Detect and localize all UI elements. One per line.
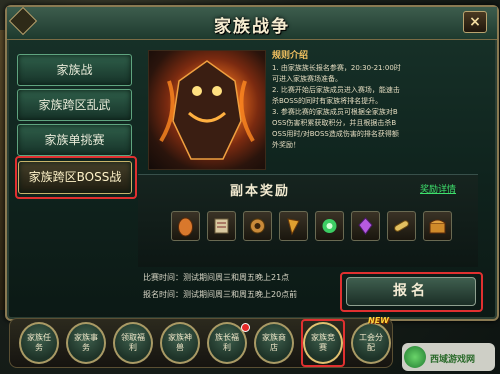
claim-welfare-button[interactable]: 领取福利 <box>113 322 153 364</box>
nav-cross-server-melee[interactable]: 家族跨区乱武 <box>17 89 132 121</box>
golden-scroll-icon <box>394 220 409 232</box>
reward-slot-scroll[interactable] <box>207 211 236 241</box>
family-tasks-button[interactable]: 家族任务 <box>19 322 59 364</box>
family-affairs-button[interactable]: 家族事务 <box>66 322 106 364</box>
signup-time: 报名时间：测试期间周三和周五晚上20点前 <box>143 290 298 299</box>
reward-slot-crystal[interactable] <box>351 211 380 241</box>
rules-title: 规则介绍 <box>272 51 309 61</box>
family-shop-button[interactable]: 家族商店 <box>254 322 294 364</box>
button-label: 族长福利 <box>215 333 239 352</box>
reward-slot-gear[interactable] <box>243 211 272 241</box>
nav-duel[interactable]: 家族单挑赛 <box>17 124 132 156</box>
reward-slot-golden-scroll[interactable] <box>387 211 416 241</box>
boss-image <box>148 50 266 170</box>
treasure-chest-icon <box>429 219 446 234</box>
watermark-text: 西域游戏网 <box>430 355 476 365</box>
reward-title: 副本奖励 <box>229 184 290 199</box>
new-badge: NEW <box>368 316 389 325</box>
highlight-frame <box>301 319 345 367</box>
green-orb-icon <box>322 219 337 233</box>
gear-bundle-icon <box>250 218 265 234</box>
reward-slot-orb[interactable] <box>315 211 344 241</box>
button-label: 领取福利 <box>121 333 145 352</box>
button-label: 家族任务 <box>27 333 51 352</box>
nav-family-war[interactable]: 家族战 <box>17 54 132 86</box>
purple-crystal-icon <box>358 217 373 235</box>
button-label: 家族事务 <box>74 333 98 352</box>
family-beast-button[interactable]: 家族神兽 <box>160 322 200 364</box>
highlight-frame <box>340 272 483 312</box>
egg-icon <box>178 217 193 237</box>
match-time: 比赛时间：测试期间周三和周五晚上21点 <box>143 273 290 282</box>
notification-dot-icon <box>241 323 250 332</box>
reward-slot-egg[interactable] <box>171 211 200 241</box>
window-title: 家族战争 <box>214 17 290 37</box>
close-button[interactable]: × <box>463 11 487 33</box>
boss-figure-icon <box>159 60 255 160</box>
reward-slot-fang[interactable] <box>279 211 308 241</box>
scroll-icon <box>214 218 229 234</box>
button-label: 家族商店 <box>262 333 286 352</box>
button-label: 家族神兽 <box>168 333 192 352</box>
reward-slot-chest[interactable] <box>423 211 452 241</box>
guild-allocation-button[interactable]: 工会分配 <box>351 322 391 364</box>
reward-details-link[interactable]: 奖励详情 <box>420 182 456 195</box>
button-label: 工会分配 <box>359 333 383 352</box>
watermark-logo-icon <box>404 346 426 368</box>
rules-text: 1. 由家族族长报名参赛，20:30-21:00时 可进入家族赛场准备。 2. … <box>272 64 401 149</box>
fang-icon <box>287 218 300 236</box>
title-bar: 家族战争 × <box>7 6 497 40</box>
highlight-frame <box>15 156 137 199</box>
rules-section: 规则介绍 1. 由家族族长报名参赛，20:30-21:00时 可进入家族赛场准备… <box>272 48 472 168</box>
